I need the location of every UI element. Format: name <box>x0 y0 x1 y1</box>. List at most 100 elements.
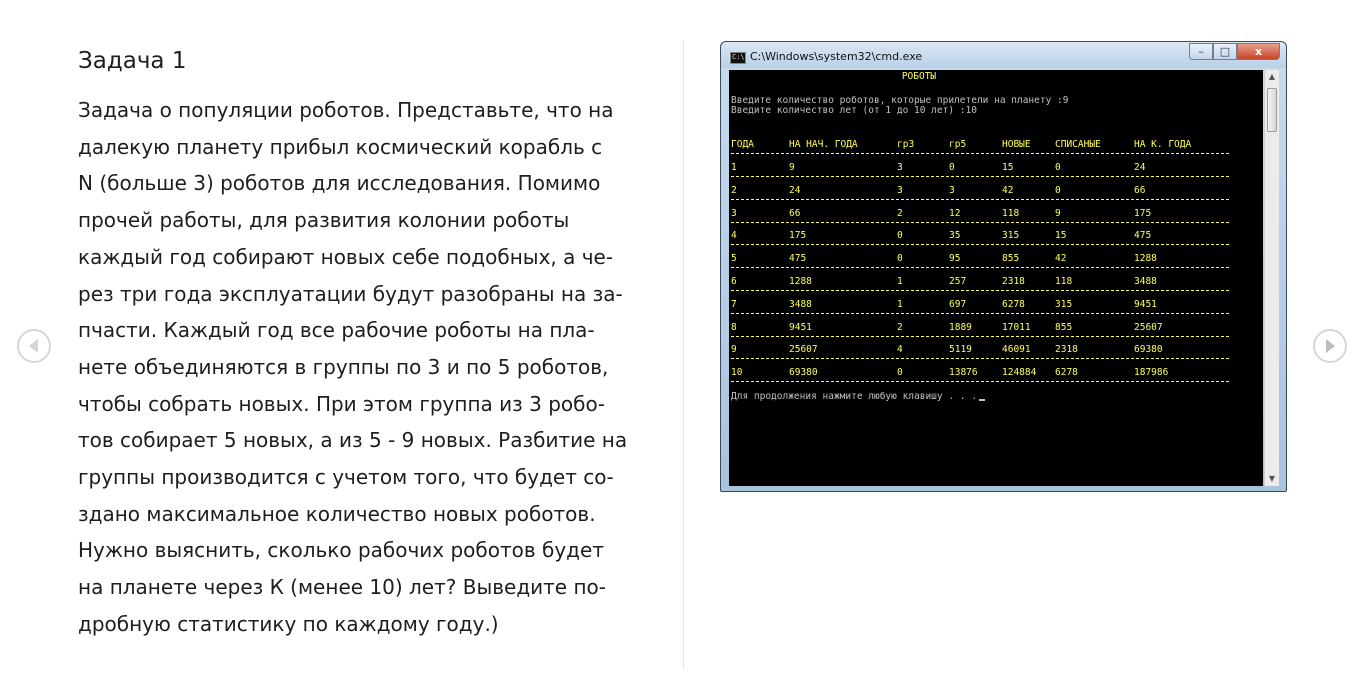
task-text-line: здано максимальное количество новых робо… <box>78 501 596 526</box>
task-text-line: прочей работы, для развития колонии робо… <box>78 208 570 233</box>
table-cell: 2318 <box>1002 276 1025 287</box>
task-text-line: N (больше 3) роботов для исследования. П… <box>78 171 601 196</box>
previous-slide-button[interactable] <box>17 329 51 363</box>
console-output: РОБОТЫ Введите количество роботов, котор… <box>729 70 1263 486</box>
table-cell: 0 <box>1055 162 1061 173</box>
table-separator <box>731 176 1229 177</box>
table-cell: 1 <box>731 162 737 173</box>
text-cursor <box>978 399 985 401</box>
table-cell: 24 <box>1134 162 1146 173</box>
task-text-line: дробную статистику по каждому году.) <box>78 611 499 636</box>
table-cell: 6 <box>731 276 737 287</box>
maximize-button[interactable]: □ <box>1213 43 1237 60</box>
table-cell: 1 <box>897 298 903 310</box>
footer-text: Для продолжения нажмите любую клавишу . … <box>731 391 977 402</box>
task-text-line: на планете через К (менее 10) лет? Вывед… <box>78 575 606 600</box>
scroll-down-icon[interactable]: ▼ <box>1265 472 1279 486</box>
table-cell: 8 <box>731 321 737 333</box>
prompt-years: Введите количество лет (от 1 до 10 лет) … <box>731 105 977 116</box>
table-cell: 42 <box>1055 253 1067 265</box>
table-cell: 6278 <box>1002 298 1025 310</box>
table-cell: 4 <box>897 344 903 356</box>
table-cell: 25607 <box>789 344 818 356</box>
table-cell: 0 <box>897 253 903 265</box>
table-cell: 9451 <box>1134 298 1157 310</box>
table-cell: 9451 <box>789 321 812 333</box>
table-separator <box>731 335 1229 337</box>
task-text-line: тов собирает 5 новых, а из 5 - 9 новых. … <box>78 428 628 453</box>
table-separator <box>731 198 1229 200</box>
table-cell: 0 <box>897 230 903 242</box>
task-text-line: чтобы собрать новых. При этом группа из … <box>78 391 605 416</box>
scrollbar-thumb[interactable] <box>1267 88 1277 132</box>
table-cell: 6278 <box>1055 367 1078 379</box>
console-footer: Для продолжения нажмите любую клавишу . … <box>731 392 985 402</box>
window-titlebar[interactable]: C:\ C:\Windows\system32\cmd.exe – □ x <box>721 42 1286 68</box>
next-slide-button[interactable] <box>1313 329 1347 363</box>
table-cell: 475 <box>789 253 807 265</box>
table-cell: 0 <box>1055 184 1061 196</box>
table-cell: 3 <box>897 162 903 173</box>
table-separator <box>731 381 1229 383</box>
cmd-icon: C:\ <box>730 52 746 64</box>
triangle-left-icon <box>29 339 38 353</box>
table-cell: 3 <box>731 207 737 219</box>
table-cell: 1288 <box>789 276 812 287</box>
table-separator <box>731 153 1229 154</box>
table-cell: 1 <box>897 276 903 287</box>
table-header-cell: гр5 <box>949 139 967 150</box>
table-cell: 2 <box>897 321 903 333</box>
table-cell: 66 <box>1134 184 1146 196</box>
table-separator <box>731 290 1229 291</box>
task-text-line: рез три года эксплуатации будут разобран… <box>78 281 623 306</box>
table-cell: 17011 <box>1002 321 1031 333</box>
table-cell: 118 <box>1055 276 1073 287</box>
scroll-up-icon[interactable]: ▲ <box>1265 70 1279 84</box>
table-cell: 175 <box>789 230 807 242</box>
table-cell: 697 <box>949 298 967 310</box>
task-text-panel: Задача 1 Задача о популяции роботов. Пре… <box>78 40 668 643</box>
table-cell: 24 <box>789 184 801 196</box>
triangle-right-icon <box>1326 339 1335 353</box>
table-cell: 2318 <box>1055 344 1078 356</box>
table-cell: 1288 <box>1134 253 1157 265</box>
table-cell: 475 <box>1134 230 1152 242</box>
table-cell: 9 <box>731 344 737 356</box>
table-cell: 66 <box>789 207 801 219</box>
task-text-line: Нужно выяснить, сколько рабочих роботов … <box>78 538 604 563</box>
console-scrollbar[interactable]: ▲ ▼ <box>1264 70 1279 486</box>
table-cell: 5119 <box>949 344 972 356</box>
task-text-line: Задача о популяции роботов. Представьте,… <box>78 98 614 122</box>
table-cell: 2 <box>731 184 737 196</box>
table-cell: 187986 <box>1134 367 1169 379</box>
table-cell: 118 <box>1002 207 1020 219</box>
table-cell: 2 <box>897 207 903 219</box>
minimize-button[interactable]: – <box>1189 43 1213 60</box>
task-title: Задача 1 <box>78 48 187 74</box>
window-title: C:\Windows\system32\cmd.exe <box>750 50 923 63</box>
table-cell: 9 <box>789 162 795 173</box>
table-header-cell: НА К. ГОДА <box>1134 139 1192 150</box>
task-text-line: нете объединяются в группы по 3 и по 5 р… <box>78 354 609 379</box>
table-separator <box>731 358 1229 360</box>
table-cell: 315 <box>1055 298 1073 310</box>
table-cell: 46091 <box>1002 344 1031 356</box>
table-cell: 9 <box>1055 207 1061 219</box>
close-button[interactable]: x <box>1237 43 1280 60</box>
task-description: Задача о популяции роботов. Представьте,… <box>78 92 668 643</box>
cmd-window: C:\ C:\Windows\system32\cmd.exe – □ x РО… <box>720 41 1287 492</box>
table-cell: 3488 <box>1134 276 1157 287</box>
console-banner: РОБОТЫ <box>901 71 937 82</box>
task-text-line: каждый год собирают новых себе подобных,… <box>78 244 614 269</box>
table-cell: 69380 <box>789 367 818 379</box>
table-cell: 315 <box>1002 230 1020 242</box>
table-cell: 4 <box>731 230 737 242</box>
table-cell: 10 <box>731 367 743 379</box>
table-header-cell: СПИСАНЫЕ <box>1055 139 1101 150</box>
table-cell: 12 <box>949 207 961 219</box>
table-cell: 15 <box>1055 230 1067 242</box>
table-cell: 855 <box>1002 253 1020 265</box>
task-text-line: пчасти. Каждый год все рабочие роботы на… <box>78 318 595 343</box>
table-header-cell: ГОДА <box>731 139 754 150</box>
table-cell: 35 <box>949 230 961 242</box>
